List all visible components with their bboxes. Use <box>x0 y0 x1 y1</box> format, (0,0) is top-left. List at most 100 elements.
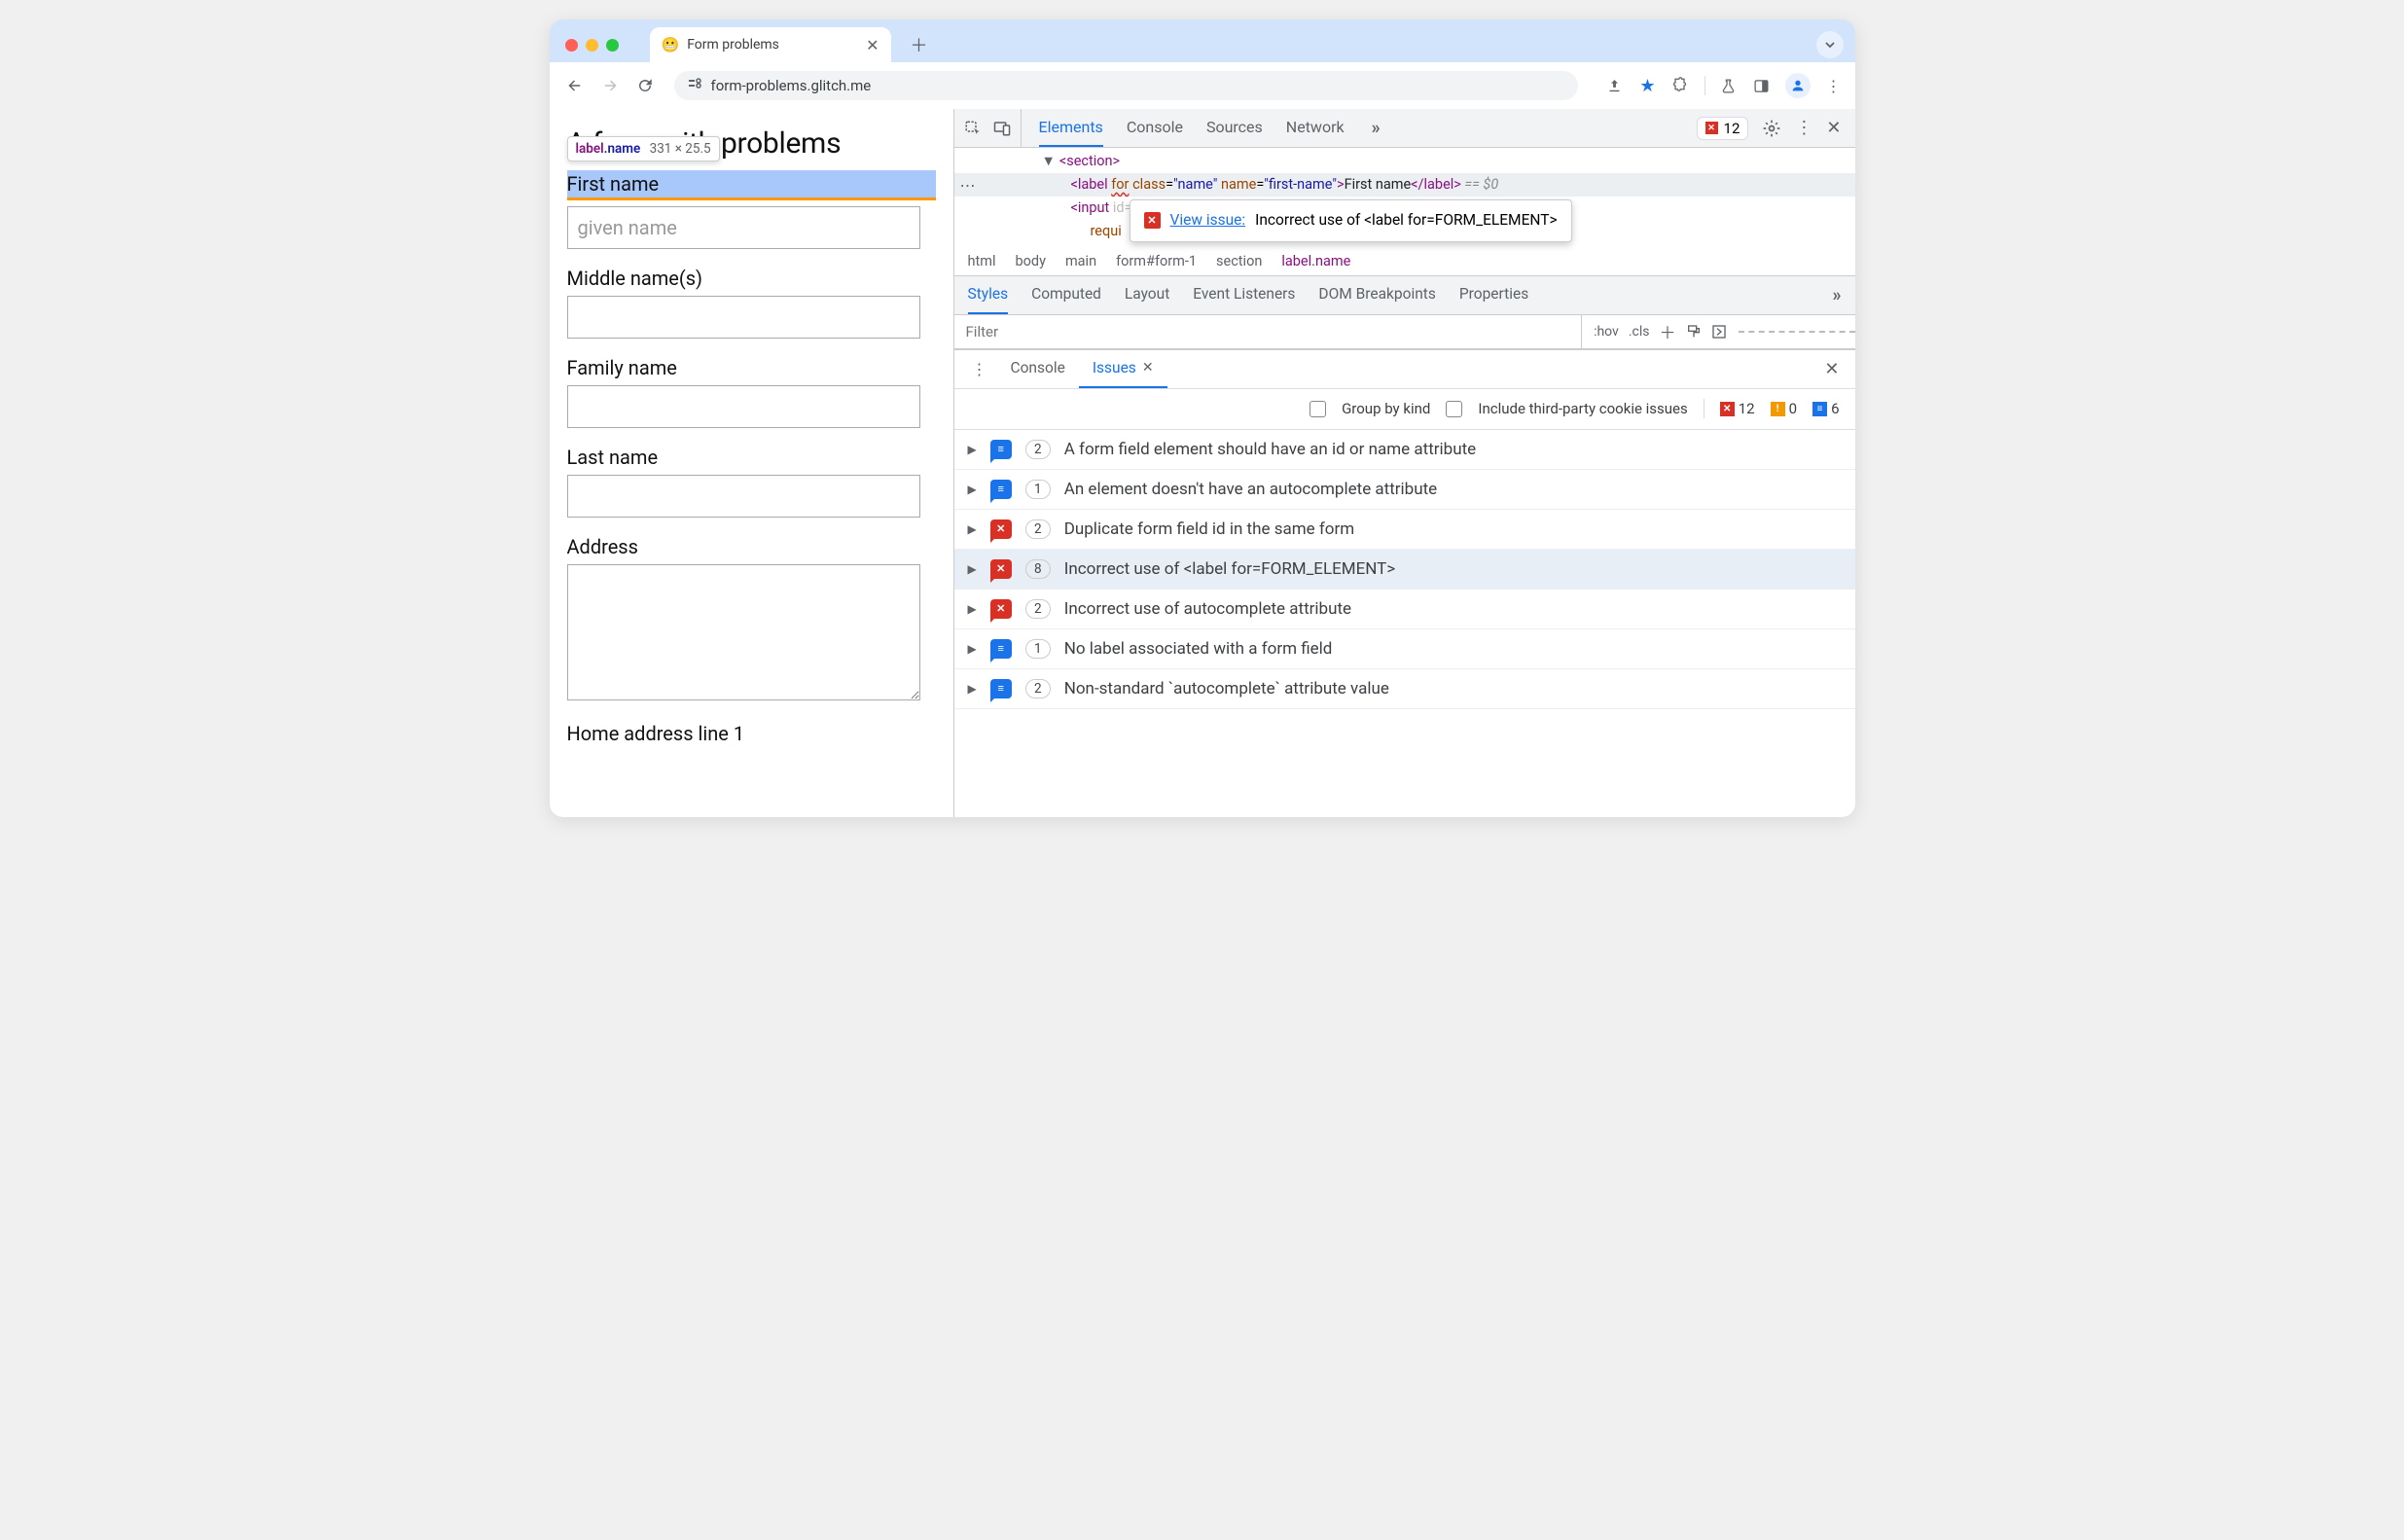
last-name-input[interactable] <box>567 475 920 518</box>
settings-gear-icon[interactable] <box>1762 119 1781 138</box>
error-icon: ✕ <box>1144 212 1161 229</box>
chevron-right-icon: ▶ <box>968 562 977 576</box>
bookmark-star-icon[interactable]: ★ <box>1638 76 1658 95</box>
dom-tree[interactable]: ▼<section> ⋯ <label for class="name" nam… <box>954 148 1855 247</box>
labs-icon[interactable] <box>1719 76 1739 95</box>
menu-kebab-icon[interactable]: ⋮ <box>1824 76 1844 95</box>
issue-count: 2 <box>1025 440 1051 459</box>
subtab-styles[interactable]: Styles <box>968 276 1009 314</box>
family-name-input[interactable] <box>567 385 920 428</box>
subtab-layout[interactable]: Layout <box>1125 276 1169 314</box>
issue-title: Incorrect use of autocomplete attribute <box>1064 599 1351 619</box>
info-bubble-icon: ≡ <box>990 480 1012 499</box>
tab-elements[interactable]: Elements <box>1039 109 1103 147</box>
breadcrumb-item[interactable]: form#form-1 <box>1116 253 1197 269</box>
issue-row[interactable]: ▶ ≡ 2 Non-standard `autocomplete` attrib… <box>954 669 1855 709</box>
view-issue-link[interactable]: View issue: <box>1170 208 1246 233</box>
tab-network[interactable]: Network <box>1286 109 1345 147</box>
profile-avatar[interactable] <box>1785 73 1811 98</box>
issue-count: 1 <box>1025 480 1051 499</box>
tab-bar: 😬 Form problems ✕ ＋ <box>550 19 1855 62</box>
issue-row[interactable]: ▶ ≡ 1 An element doesn't have an autocom… <box>954 470 1855 510</box>
tab-console[interactable]: Console <box>1127 109 1183 147</box>
subtab-event-listeners[interactable]: Event Listeners <box>1193 276 1295 314</box>
back-button[interactable] <box>561 72 589 99</box>
issue-count: 1 <box>1025 639 1051 659</box>
inspect-element-icon[interactable] <box>964 120 982 137</box>
error-count-badge[interactable]: ✕ 12 <box>1697 117 1749 140</box>
drawer-tab-close-icon[interactable]: ✕ <box>1142 360 1154 376</box>
issue-row[interactable]: ▶ ≡ 2 A form field element should have a… <box>954 430 1855 470</box>
new-style-rule-icon[interactable]: ＋ <box>1660 319 1676 343</box>
breadcrumb-item[interactable]: body <box>1015 253 1045 269</box>
computed-panel-icon[interactable] <box>1711 324 1727 340</box>
first-name-label: First name <box>567 170 936 200</box>
drawer-tab-issues[interactable]: Issues✕ <box>1079 350 1167 388</box>
browser-window: 😬 Form problems ✕ ＋ form-problems.glitch… <box>550 19 1855 817</box>
first-name-input[interactable] <box>567 206 920 249</box>
breadcrumb-item[interactable]: label.name <box>1281 253 1350 269</box>
maximize-window-button[interactable] <box>606 39 619 52</box>
breadcrumb-item[interactable]: section <box>1216 253 1262 269</box>
issue-count: 8 <box>1025 559 1051 579</box>
share-icon[interactable] <box>1605 76 1625 95</box>
cls-toggle[interactable]: .cls <box>1629 324 1650 340</box>
issue-title: An element doesn't have an autocomplete … <box>1064 480 1437 499</box>
thirdparty-label: Include third-party cookie issues <box>1478 400 1687 417</box>
tabs-overflow-icon[interactable]: » <box>1372 118 1381 138</box>
drawer-tab-console[interactable]: Console <box>997 350 1079 388</box>
error-icon: ✕ <box>1720 402 1735 416</box>
issue-row[interactable]: ▶ ✕ 2 Incorrect use of autocomplete attr… <box>954 590 1855 629</box>
reload-button[interactable] <box>631 72 659 99</box>
address-bar[interactable]: form-problems.glitch.me <box>674 71 1578 100</box>
issue-title: Incorrect use of <label for=FORM_ELEMENT… <box>1064 559 1395 579</box>
new-tab-button[interactable]: ＋ <box>907 32 932 57</box>
address-textarea[interactable] <box>567 564 920 700</box>
tab-search-button[interactable] <box>1816 31 1844 58</box>
element-highlight-tooltip: label.name 331 × 25.5 <box>567 136 720 161</box>
drawer-menu-icon[interactable]: ⋮ <box>962 360 997 378</box>
styles-filter-input[interactable] <box>954 316 1582 347</box>
breadcrumb-item[interactable]: main <box>1065 253 1096 269</box>
address-label: Address <box>567 535 936 558</box>
dom-line-menu-icon[interactable]: ⋯ <box>960 173 976 198</box>
devtools-menu-icon[interactable]: ⋮ <box>1795 118 1812 138</box>
devtools-close-icon[interactable]: ✕ <box>1826 118 1841 138</box>
info-bubble-icon: ≡ <box>990 639 1012 659</box>
hov-toggle[interactable]: :hov <box>1594 324 1619 340</box>
styles-filter-bar: :hov .cls ＋ <box>954 315 1855 349</box>
drawer-close-icon[interactable]: ✕ <box>1816 359 1847 379</box>
info-bubble-icon: ≡ <box>990 440 1012 459</box>
breadcrumb-item[interactable]: html <box>968 253 996 269</box>
error-icon: ✕ <box>1705 122 1718 134</box>
subtabs-overflow-icon[interactable]: » <box>1833 285 1842 305</box>
tab-sources[interactable]: Sources <box>1206 109 1263 147</box>
error-count: 12 <box>1724 120 1740 137</box>
toolbar-right: ★ ⋮ <box>1605 73 1844 98</box>
paint-icon[interactable] <box>1686 324 1702 340</box>
minimize-window-button[interactable] <box>586 39 598 52</box>
browser-tab[interactable]: 😬 Form problems ✕ <box>650 27 891 62</box>
info-bubble-icon: ≡ <box>990 679 1012 698</box>
subtab-computed[interactable]: Computed <box>1031 276 1101 314</box>
content: A form with problems label.name 331 × 25… <box>550 109 1855 817</box>
thirdparty-checkbox[interactable] <box>1446 401 1462 417</box>
middle-name-input[interactable] <box>567 296 920 339</box>
issue-row[interactable]: ▶ ✕ 2 Duplicate form field id in the sam… <box>954 510 1855 550</box>
issue-row[interactable]: ▶ ≡ 1 No label associated with a form fi… <box>954 629 1855 669</box>
site-settings-icon[interactable] <box>688 78 703 93</box>
close-window-button[interactable] <box>565 39 578 52</box>
issue-title: Non-standard `autocomplete` attribute va… <box>1064 679 1389 698</box>
devtools-panel: Elements Console Sources Network » ✕ 12 … <box>953 109 1855 817</box>
forward-button[interactable] <box>596 72 624 99</box>
subtab-dom-breakpoints[interactable]: DOM Breakpoints <box>1318 276 1435 314</box>
subtab-properties[interactable]: Properties <box>1459 276 1528 314</box>
home-address1-label: Home address line 1 <box>567 722 936 745</box>
panel-icon[interactable] <box>1752 76 1772 95</box>
issue-row[interactable]: ▶ ✕ 8 Incorrect use of <label for=FORM_E… <box>954 550 1855 590</box>
group-by-kind-checkbox[interactable] <box>1310 401 1326 417</box>
tab-close-icon[interactable]: ✕ <box>866 36 879 54</box>
device-toolbar-icon[interactable] <box>993 120 1011 137</box>
tab-title: Form problems <box>687 37 779 53</box>
extensions-icon[interactable] <box>1671 76 1691 95</box>
